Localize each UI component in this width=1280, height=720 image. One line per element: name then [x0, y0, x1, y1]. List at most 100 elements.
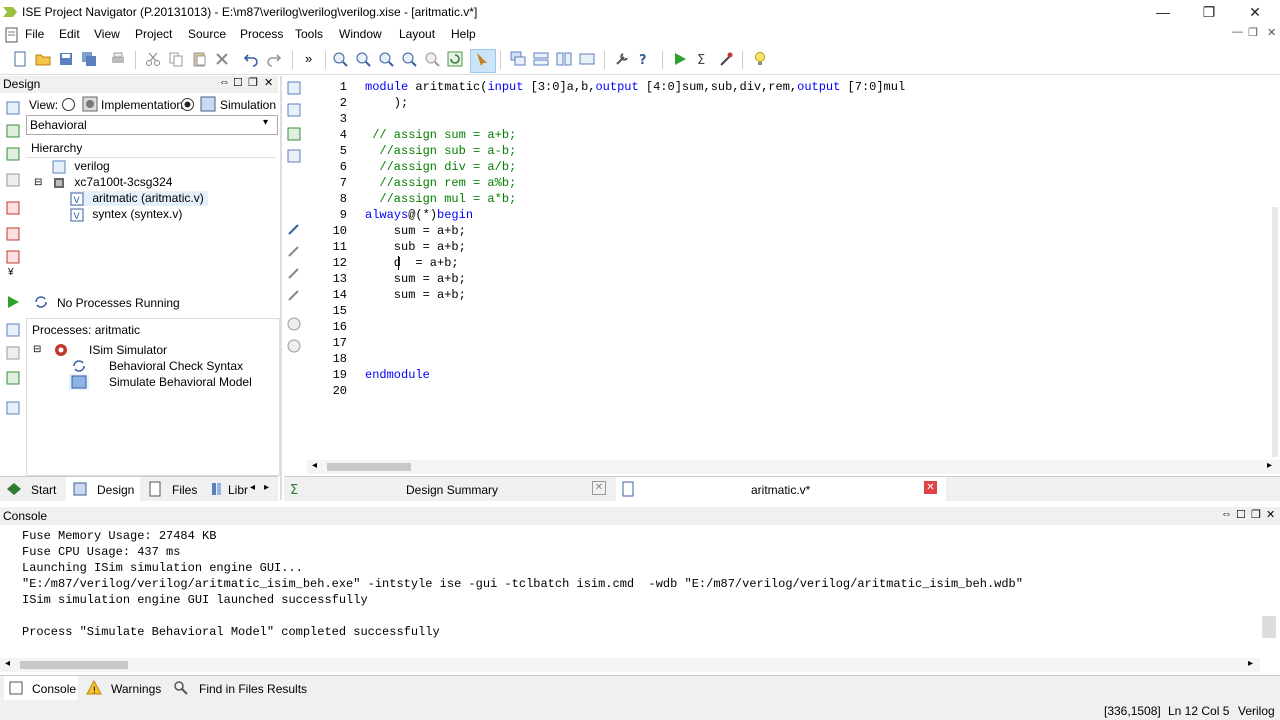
tab-aritmatic[interactable]: aritmatic.v* [751, 483, 810, 497]
undo-icon[interactable] [243, 51, 259, 67]
side-tool-icon[interactable] [286, 102, 302, 118]
zoom-selection-icon[interactable] [401, 51, 417, 67]
tab-files[interactable]: Files [172, 483, 197, 497]
scroll-right-icon[interactable]: ▸ [1267, 460, 1272, 471]
tab-console[interactable]: Console [32, 682, 76, 696]
source-filter-select[interactable]: Behavioral ▾ [26, 115, 278, 135]
close-window-button[interactable]: ✕ [1232, 0, 1278, 25]
side-tool-icon[interactable] [5, 146, 21, 162]
run-icon[interactable] [672, 51, 688, 67]
save-all-icon[interactable] [81, 51, 97, 67]
new-window-icon[interactable] [579, 51, 595, 67]
sum-icon[interactable]: Σ [695, 51, 711, 67]
console-horizontal-scrollbar[interactable]: ◂ ▸ [0, 658, 1260, 672]
lightbulb-icon[interactable] [752, 51, 768, 67]
tree-collapse-icon[interactable]: ⊟ [34, 177, 42, 188]
editor-vertical-scrollbar[interactable] [1272, 207, 1278, 457]
menu-window[interactable]: Window [339, 27, 382, 41]
menu-layout[interactable]: Layout [399, 27, 435, 41]
tab-design[interactable]: Design [97, 483, 134, 497]
panel-restore-icon[interactable]: ❐ [248, 76, 258, 89]
side-tool-icon[interactable] [286, 80, 302, 96]
zoom-in-icon[interactable] [332, 51, 348, 67]
side-tool-icon[interactable] [286, 222, 302, 238]
menu-help[interactable]: Help [451, 27, 476, 41]
scroll-left-icon[interactable]: ◂ [5, 658, 10, 669]
cascade-windows-icon[interactable] [510, 51, 526, 67]
panel-restore-icon[interactable]: ❐ [1251, 508, 1261, 521]
tab-scroll-left-icon[interactable]: ◂ [250, 482, 255, 493]
panel-float-icon[interactable]: ⇔ [219, 76, 230, 88]
tab-scroll-right-icon[interactable]: ▸ [264, 482, 269, 493]
select-pointer-icon[interactable] [474, 51, 490, 67]
process-simulate-model[interactable]: Simulate Behavioral Model [109, 375, 252, 389]
paste-icon[interactable] [191, 51, 207, 67]
minimize-button[interactable]: — [1140, 0, 1186, 25]
side-tool-icon[interactable] [286, 288, 302, 304]
vertical-splitter[interactable] [280, 76, 282, 500]
side-tool-icon[interactable] [5, 400, 21, 416]
panel-maximize-icon[interactable]: ☐ [233, 76, 243, 89]
side-tool-icon[interactable] [286, 126, 302, 142]
simulation-label[interactable]: Simulation [220, 98, 276, 112]
save-icon[interactable] [58, 51, 74, 67]
side-tool-icon[interactable] [5, 345, 21, 361]
tab-warnings[interactable]: Warnings [111, 682, 161, 696]
side-tool-icon[interactable] [286, 244, 302, 260]
side-tool-icon[interactable] [286, 338, 302, 354]
toolbar-overflow-icon[interactable]: » [305, 51, 312, 66]
side-toolbar-more-icon[interactable]: ¥ [8, 267, 14, 278]
tile-vertical-icon[interactable] [556, 51, 572, 67]
scroll-thumb[interactable] [20, 661, 128, 669]
menu-project[interactable]: Project [135, 27, 172, 41]
implementation-label[interactable]: Implementation [101, 98, 183, 112]
tree-item-syntex[interactable]: V syntex (syntex.v) [70, 207, 182, 222]
new-file-icon[interactable] [12, 51, 28, 67]
restore-button[interactable]: ❐ [1186, 0, 1232, 25]
stop-tool-icon[interactable] [718, 51, 734, 67]
side-tool-icon[interactable] [5, 200, 21, 216]
simulation-radio[interactable] [181, 98, 194, 111]
tab-find-in-files[interactable]: Find in Files Results [199, 682, 307, 696]
menu-source[interactable]: Source [188, 27, 226, 41]
side-tool-icon[interactable] [5, 226, 21, 242]
menu-tools[interactable]: Tools [295, 27, 323, 41]
tree-item-aritmatic[interactable]: V aritmatic (aritmatic.v) [70, 191, 208, 206]
code-editor[interactable]: 1 2 3 4 5 6 7 8 9 10 11 12 13 14 15 16 1… [307, 77, 1280, 474]
tab-design-summary[interactable]: Design Summary [406, 483, 498, 497]
panel-float-icon[interactable]: ⇔ [1221, 508, 1232, 520]
menu-edit[interactable]: Edit [59, 27, 80, 41]
panel-maximize-icon[interactable]: ☐ [1236, 508, 1246, 521]
redo-icon[interactable] [266, 51, 282, 67]
close-active-tab-icon[interactable]: ✕ [924, 481, 937, 494]
tile-horizontal-icon[interactable] [533, 51, 549, 67]
zoom-full-icon[interactable] [378, 51, 394, 67]
menu-process[interactable]: Process [240, 27, 283, 41]
side-tool-icon[interactable] [286, 148, 302, 164]
side-tool-icon[interactable] [286, 316, 302, 332]
zoom-previous-icon[interactable] [424, 51, 440, 67]
panel-close-icon[interactable]: ✕ [264, 76, 273, 89]
open-folder-icon[interactable] [35, 51, 51, 67]
mdi-restore-icon[interactable]: ❐ [1248, 26, 1258, 39]
side-tool-icon[interactable] [5, 322, 21, 338]
side-tool-icon[interactable] [5, 249, 21, 265]
tree-item-verilog[interactable]: verilog [52, 159, 110, 174]
tree-collapse-icon[interactable]: ⊟ [33, 344, 41, 355]
side-tool-icon[interactable] [286, 266, 302, 282]
side-tool-icon[interactable] [5, 370, 21, 386]
side-tool-icon[interactable] [5, 172, 21, 188]
scroll-thumb[interactable] [327, 463, 411, 471]
console-vertical-scrollbar[interactable] [1262, 616, 1276, 638]
print-icon[interactable] [110, 51, 126, 67]
tab-libraries[interactable]: Libr [228, 483, 248, 497]
copy-icon[interactable] [168, 51, 184, 67]
implementation-radio[interactable] [62, 98, 75, 111]
menu-view[interactable]: View [94, 27, 120, 41]
side-tool-icon[interactable] [5, 100, 21, 116]
run-process-icon[interactable] [5, 294, 21, 310]
side-tool-icon[interactable] [5, 123, 21, 139]
menu-file[interactable]: File [25, 27, 44, 41]
cut-icon[interactable] [145, 51, 161, 67]
mdi-minimize-icon[interactable]: — [1232, 26, 1243, 38]
